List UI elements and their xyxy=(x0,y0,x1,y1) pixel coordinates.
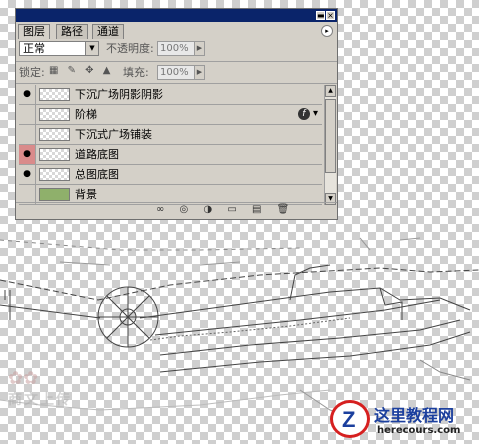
divider xyxy=(16,61,337,62)
tab-channels[interactable]: 通道 xyxy=(92,24,124,39)
brand-url: herecours.com xyxy=(377,425,461,436)
layers-scrollbar[interactable]: ▲ ▼ xyxy=(324,85,336,205)
lock-label: 锁定: xyxy=(19,66,45,79)
layer-name: 下沉式广场铺装 xyxy=(75,128,152,141)
layers-panel: ▬ × 图层 路径 通道 ▸ 正常 ▼ 不透明度: 100% ▶ 锁定: ▦ ✎… xyxy=(15,8,338,220)
minimize-button[interactable]: ▬ xyxy=(316,11,325,20)
fill-label: 填充: xyxy=(123,66,149,79)
blend-row: 正常 ▼ 不透明度: 100% ▶ xyxy=(19,39,334,59)
panel-menu-icon[interactable]: ▸ xyxy=(321,25,333,37)
visibility-toggle[interactable] xyxy=(19,125,36,144)
layer-name: 道路底图 xyxy=(75,148,119,161)
layer-name: 下沉广场阴影阴影 xyxy=(75,88,163,101)
layer-row[interactable]: ● 道路底图 xyxy=(19,145,322,165)
eye-icon[interactable]: ● xyxy=(19,165,36,184)
lock-options-icon[interactable]: ▦ ✎ ✥ ▲ xyxy=(49,65,113,76)
layer-thumbnail xyxy=(39,108,70,121)
tab-layers[interactable]: 图层 xyxy=(18,24,50,39)
layer-thumbnail xyxy=(39,128,70,141)
layer-thumbnail xyxy=(39,88,70,101)
opacity-slider-arrow-icon[interactable]: ▶ xyxy=(194,41,205,56)
blend-mode-select[interactable]: 正常 ▼ xyxy=(19,41,99,56)
fill-field[interactable]: 100% xyxy=(157,65,195,80)
scroll-up-icon[interactable]: ▲ xyxy=(325,85,336,97)
layer-thumbnail xyxy=(39,148,70,161)
chevron-down-icon: ▼ xyxy=(85,42,98,55)
tab-paths[interactable]: 路径 xyxy=(56,24,88,39)
watermark-logo-mark: ✿✿ xyxy=(8,368,39,389)
watermark-logo: ✿✿ 商文上传 xyxy=(8,368,100,428)
layer-row[interactable]: ● 总图底图 xyxy=(19,165,322,185)
layer-row[interactable]: 下沉式广场铺装 xyxy=(19,125,322,145)
close-button[interactable]: × xyxy=(326,11,335,20)
visibility-toggle[interactable] xyxy=(19,105,36,124)
opacity-field[interactable]: 100% xyxy=(157,41,195,56)
brand-logo: Z 这里教程网 herecours.com xyxy=(330,398,475,442)
layer-thumbnail xyxy=(39,168,70,181)
layer-row[interactable]: 阶梯 f ▾ xyxy=(19,105,322,125)
layer-actions-icon[interactable]: ∞ ◎ ◑ ▭ ▤ 🗑 xyxy=(156,204,295,215)
watermark-logo-text: 商文上传 xyxy=(8,392,72,408)
panel-tabs: 图层 路径 通道 ▸ xyxy=(16,22,337,39)
panel-footer: ∞ ◎ ◑ ▭ ▤ 🗑 xyxy=(16,202,337,219)
brand-logo-icon: Z xyxy=(330,400,370,438)
eye-icon[interactable]: ● xyxy=(19,145,36,164)
layer-name: 总图底图 xyxy=(75,168,119,181)
divider xyxy=(16,83,337,84)
layer-row[interactable]: ● 下沉广场阴影阴影 xyxy=(19,85,322,105)
layer-thumbnail xyxy=(39,188,70,201)
panel-titlebar[interactable]: ▬ × xyxy=(16,9,337,22)
scrollbar-thumb[interactable] xyxy=(325,99,336,173)
brand-name: 这里教程网 xyxy=(374,406,455,425)
lock-row: 锁定: ▦ ✎ ✥ ▲ 填充: 100% ▶ xyxy=(19,64,334,82)
layers-list: ● 下沉广场阴影阴影 阶梯 f ▾ 下沉式广场铺装 ● 道路底图 ● 总图底图 xyxy=(19,85,322,205)
fill-slider-arrow-icon[interactable]: ▶ xyxy=(194,65,205,80)
layer-name: 阶梯 xyxy=(75,108,97,121)
layer-effects-icon[interactable]: f ▾ xyxy=(297,108,318,120)
opacity-label: 不透明度: xyxy=(106,42,154,55)
blend-mode-value: 正常 xyxy=(23,42,45,55)
eye-icon[interactable]: ● xyxy=(19,85,36,104)
